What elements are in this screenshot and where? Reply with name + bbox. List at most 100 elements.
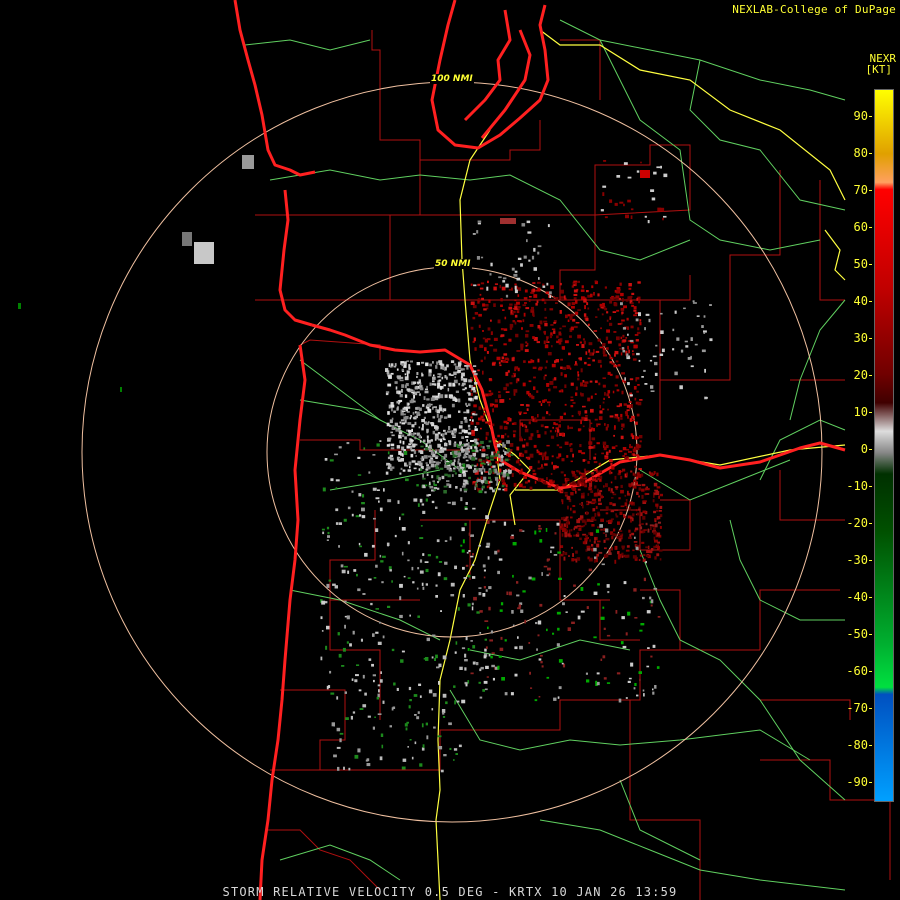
velocity-return: [464, 429, 468, 434]
velocity-return: [570, 443, 573, 446]
velocity-return: [499, 364, 502, 367]
velocity-return: [628, 296, 632, 300]
velocity-return: [622, 447, 627, 451]
velocity-return: [465, 636, 468, 641]
velocity-return: [442, 712, 445, 715]
velocity-return: [396, 445, 401, 449]
velocity-return: [577, 428, 581, 432]
velocity-return: [426, 385, 428, 389]
velocity-return: [638, 559, 641, 561]
velocity-return: [500, 335, 503, 338]
velocity-return: [444, 453, 448, 458]
velocity-return: [382, 635, 385, 639]
velocity-return: [635, 318, 639, 322]
velocity-return: [327, 531, 330, 535]
velocity-return: [517, 636, 519, 639]
velocity-return: [639, 678, 641, 681]
velocity-return: [538, 366, 543, 369]
velocity-return: [614, 202, 618, 206]
velocity-return: [399, 399, 403, 402]
velocity-return: [508, 306, 513, 310]
velocity-return: [609, 415, 614, 418]
velocity-return: [594, 280, 597, 283]
velocity-return: [362, 674, 365, 679]
velocity-return: [638, 524, 642, 527]
velocity-return: [500, 298, 503, 302]
velocity-return: [611, 547, 613, 551]
velocity-return: [389, 419, 393, 424]
velocity-return: [493, 451, 496, 454]
velocity-return: [370, 602, 373, 606]
velocity-return: [505, 294, 509, 298]
velocity-return: [364, 552, 368, 557]
velocity-return: [537, 281, 541, 284]
velocity-return: [395, 386, 398, 390]
velocity-return: [586, 290, 589, 293]
velocity-return: [516, 581, 519, 584]
velocity-return: [324, 458, 328, 461]
velocity-return: [495, 483, 498, 486]
velocity-return: [643, 369, 646, 372]
velocity-return: [563, 556, 566, 561]
legend-tick-mark: [869, 745, 872, 746]
velocity-return: [636, 297, 639, 301]
velocity-return: [464, 508, 468, 510]
velocity-return: [502, 277, 507, 280]
velocity-return: [551, 455, 554, 458]
velocity-return: [623, 203, 625, 207]
velocity-return: [632, 353, 635, 356]
velocity-return: [656, 486, 661, 489]
velocity-return: [583, 340, 586, 345]
velocity-return: [486, 351, 489, 354]
velocity-return: [366, 763, 371, 767]
velocity-return: [637, 327, 640, 331]
velocity-return: [468, 428, 471, 430]
velocity-return: [519, 529, 523, 532]
velocity-return: [424, 390, 429, 394]
velocity-return: [499, 468, 502, 473]
velocity-return: [463, 488, 468, 491]
velocity-return: [423, 455, 428, 459]
velocity-return: [581, 474, 585, 477]
velocity-return: [596, 553, 600, 557]
velocity-return: [401, 453, 404, 457]
velocity-return: [658, 510, 662, 512]
velocity-return: [450, 582, 455, 587]
velocity-return: [411, 424, 415, 428]
velocity-return: [482, 593, 486, 597]
velocity-return: [639, 435, 643, 439]
velocity-return: [543, 320, 548, 323]
velocity-return: [434, 425, 437, 429]
velocity-return: [542, 480, 547, 485]
velocity-return: [386, 444, 390, 447]
velocity-return: [547, 224, 550, 228]
velocity-return: [421, 459, 424, 462]
velocity-return: [354, 679, 358, 683]
velocity-return: [641, 541, 645, 544]
velocity-return: [573, 289, 578, 293]
velocity-return: [432, 453, 436, 458]
legend-tick-mark: [869, 264, 872, 265]
velocity-return: [511, 466, 515, 471]
velocity-return: [591, 437, 596, 441]
velocity-return: [629, 394, 633, 397]
velocity-return: [597, 488, 599, 493]
velocity-return: [564, 441, 569, 445]
velocity-return: [475, 441, 479, 445]
velocity-return: [567, 314, 571, 317]
velocity-return: [404, 394, 408, 398]
velocity-return: [590, 293, 593, 298]
velocity-return: [391, 434, 395, 437]
velocity-return: [570, 460, 573, 463]
velocity-return: [595, 479, 598, 482]
velocity-return: [598, 498, 601, 502]
velocity-return: [490, 630, 493, 634]
velocity-return: [650, 655, 653, 658]
velocity-return: [505, 391, 510, 393]
velocity-return: [570, 382, 574, 386]
velocity-return: [338, 653, 342, 658]
velocity-return: [618, 537, 622, 542]
velocity-return: [482, 446, 485, 449]
velocity-return: [577, 410, 581, 414]
velocity-return: [605, 533, 607, 538]
